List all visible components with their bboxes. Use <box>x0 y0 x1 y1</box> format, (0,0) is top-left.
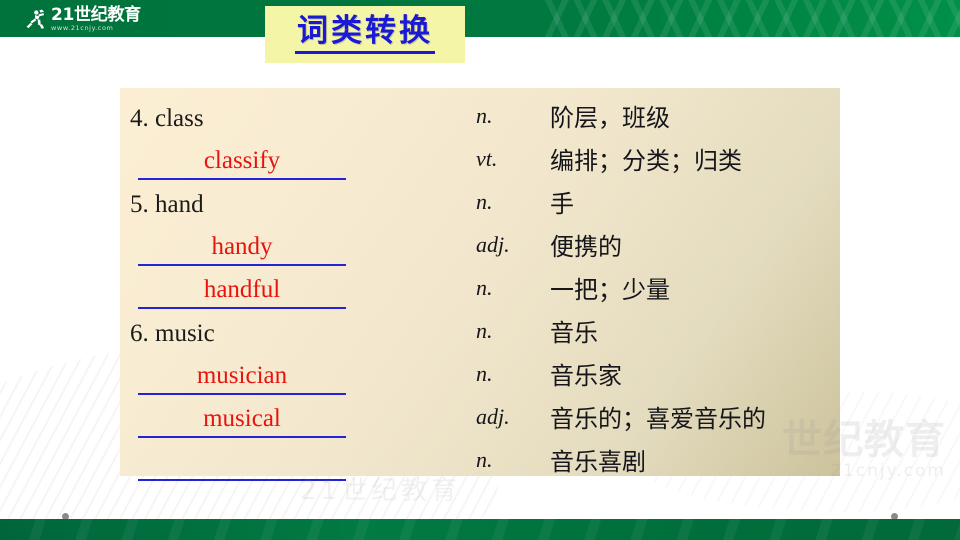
word-cell: musician <box>120 352 472 395</box>
logo-sub-text: www.21cnjy.com <box>51 23 114 32</box>
blank-answer-word[interactable]: handful <box>138 277 346 302</box>
table-row: musical adj. 音乐的；喜爱音乐的 <box>120 395 840 438</box>
table-row: handful n. 一把；少量 <box>120 266 840 309</box>
chinese-meaning-cell: 音乐家 <box>550 362 622 390</box>
chinese-meaning-cell: 便携的 <box>550 233 622 261</box>
chinese-meaning-cell: 音乐的；喜爱音乐的 <box>550 405 766 433</box>
running-person-icon <box>26 9 45 29</box>
chinese-meaning-cell: 音乐 <box>550 319 598 347</box>
header-band <box>0 0 960 37</box>
logo-text: 21世纪教育 www.21cnjy.com <box>51 4 141 32</box>
chinese-meaning-cell: 手 <box>550 190 574 218</box>
header-chevron-pattern <box>540 0 960 37</box>
blank-answer-word[interactable]: musical <box>138 406 346 431</box>
answer-blank-line[interactable] <box>138 479 346 481</box>
part-of-speech-cell: adj. <box>476 403 510 429</box>
prompt-word: 5. hand <box>130 191 204 218</box>
content-panel: 4. class n. 阶层，班级 classify vt. 编排；分类；归类 5. han… <box>120 88 840 481</box>
chinese-meaning-cell: 音乐喜剧 <box>550 448 646 476</box>
part-of-speech-cell: n. <box>476 188 493 214</box>
word-cell: handy <box>120 223 472 266</box>
word-cell <box>120 438 472 481</box>
word-cell: 4. class <box>120 94 472 137</box>
part-of-speech-cell: vt. <box>476 145 498 171</box>
part-of-speech-cell: n. <box>476 102 493 128</box>
table-row: 5. hand n. 手 <box>120 180 840 223</box>
word-cell: handful <box>120 266 472 309</box>
word-cell: musical <box>120 395 472 438</box>
chinese-meaning-cell: 一把；少量 <box>550 276 670 304</box>
brand-logo: 21世纪教育 www.21cnjy.com <box>22 4 141 34</box>
part-of-speech-cell: n. <box>476 274 493 300</box>
table-row: handy adj. 便携的 <box>120 223 840 266</box>
title-box: 词类转换 <box>265 6 465 63</box>
part-of-speech-cell: n. <box>476 317 493 343</box>
part-of-speech-cell: n. <box>476 446 493 472</box>
chinese-meaning-cell: 阶层，班级 <box>550 104 670 132</box>
page-title: 词类转换 <box>295 15 435 54</box>
part-of-speech-cell: adj. <box>476 231 510 257</box>
prompt-word: 4. class <box>130 105 204 132</box>
prompt-word: 6. music <box>130 320 215 347</box>
logo-main-text: 21世纪教育 <box>51 4 141 25</box>
table-row: musician n. 音乐家 <box>120 352 840 395</box>
blank-answer-word[interactable]: handy <box>138 234 346 259</box>
word-cell: classify <box>120 137 472 180</box>
table-row: 6. music n. 音乐 <box>120 309 840 352</box>
slide-canvas: 21世纪教育 www.21cnjy.com 词类转换 4. class n. 阶层，… <box>0 0 960 540</box>
word-cell: 6. music <box>120 309 472 352</box>
footer-band <box>0 519 960 540</box>
table-row: 4. class n. 阶层，班级 <box>120 94 840 137</box>
table-row: n. 音乐喜剧 <box>120 438 840 481</box>
blank-answer-word[interactable]: musician <box>138 363 346 388</box>
vocabulary-table: 4. class n. 阶层，班级 classify vt. 编排；分类；归类 5. han… <box>120 88 840 481</box>
chinese-meaning-cell: 编排；分类；归类 <box>550 147 742 175</box>
blank-answer-word[interactable]: classify <box>138 148 346 173</box>
part-of-speech-cell: n. <box>476 360 493 386</box>
table-row: classify vt. 编排；分类；归类 <box>120 137 840 180</box>
word-cell: 5. hand <box>120 180 472 223</box>
